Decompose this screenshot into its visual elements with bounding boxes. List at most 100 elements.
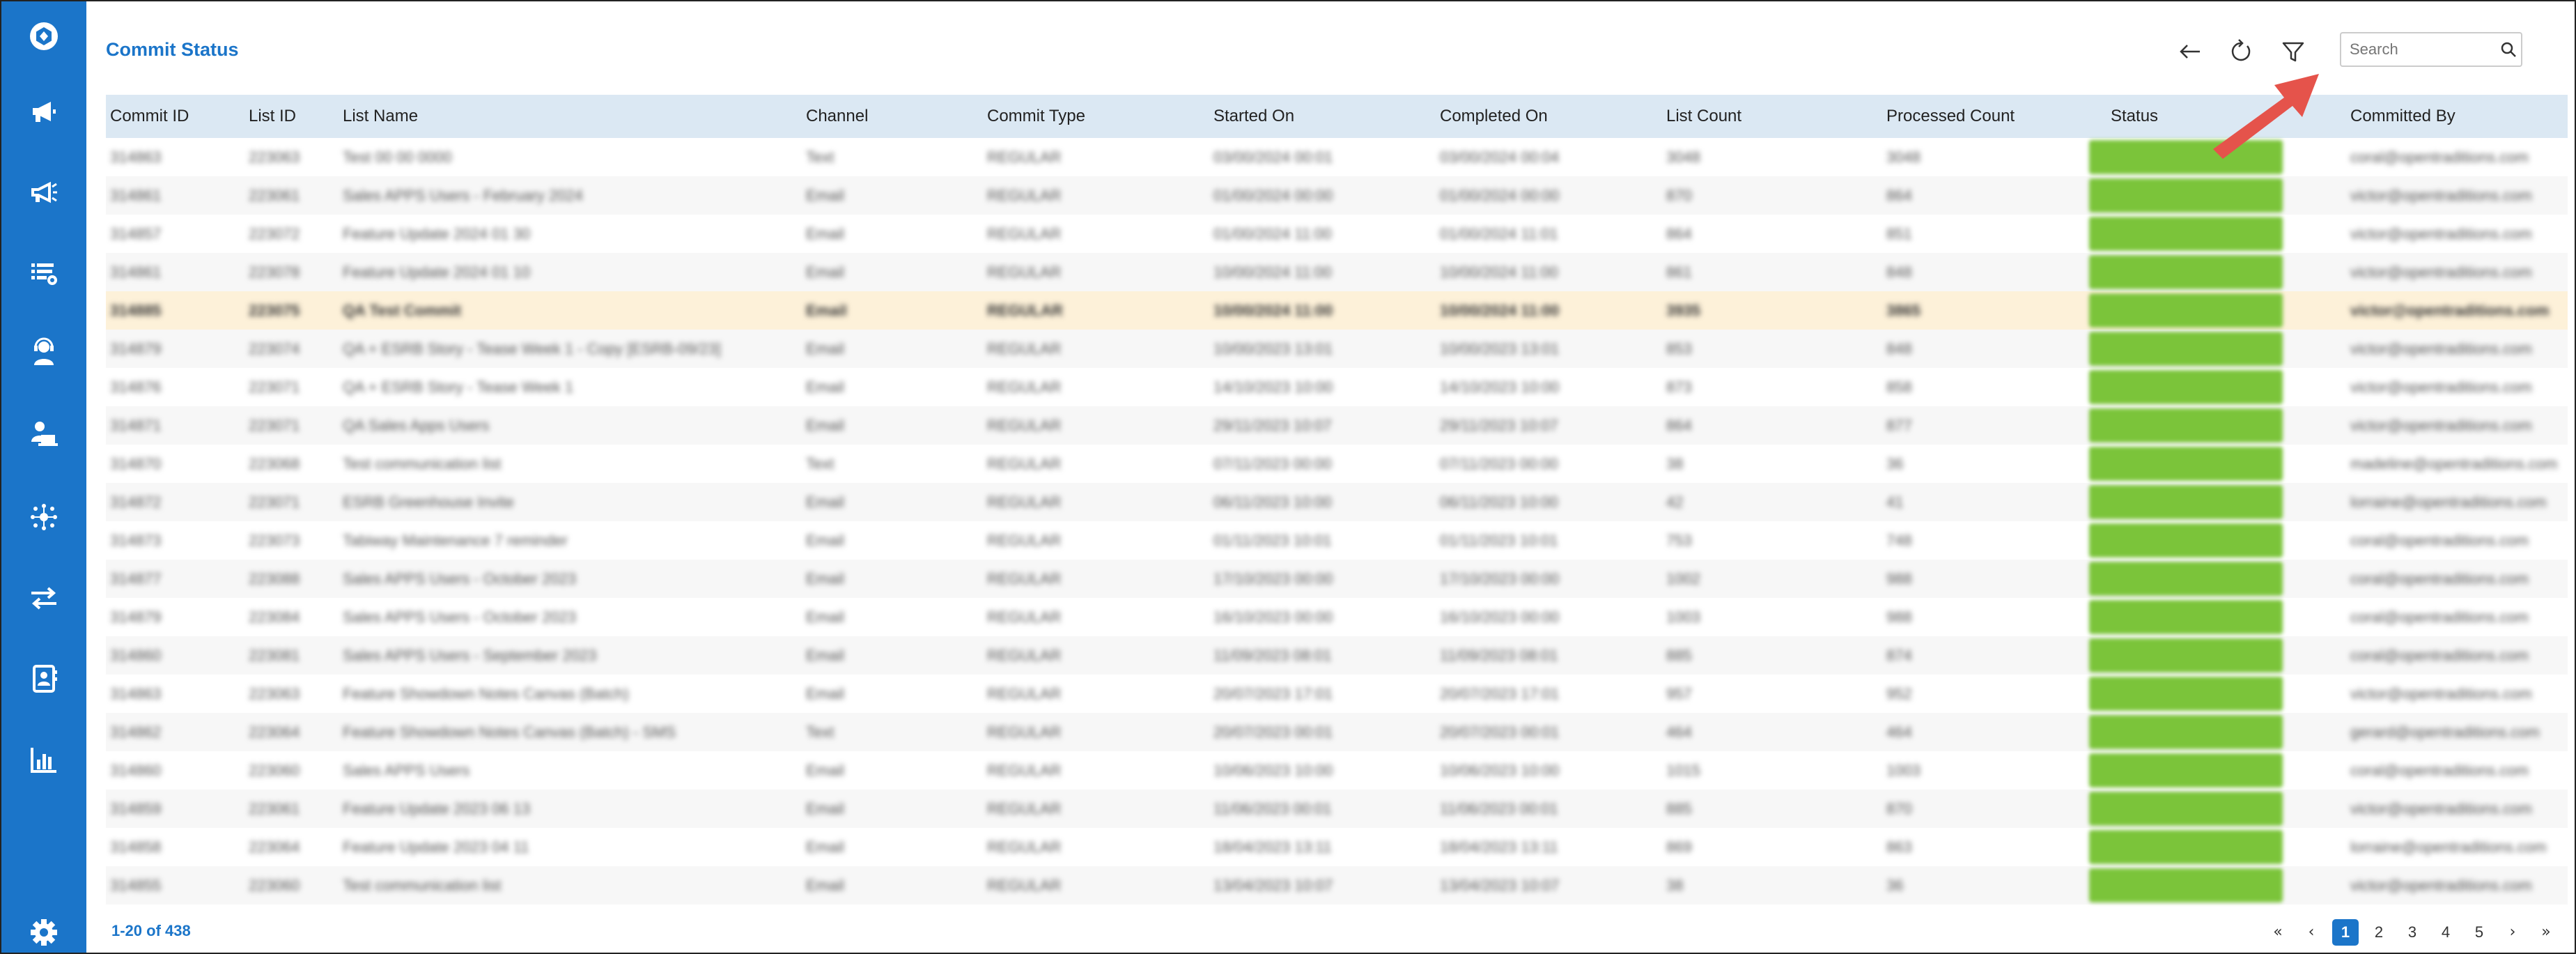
table-row[interactable]: 314860 223060 Sales APPS Users Email REGULAR… [106,751,2568,790]
col-list-count-header[interactable]: List Count [1666,95,1741,138]
completed-on-cell: 18/04/2023 13:11 [1440,838,1558,856]
page-5-button[interactable]: 5 [2466,919,2492,946]
table-row[interactable]: 314877 223088 Sales APPS Users - October 2… [106,560,2568,598]
started-on-cell: 10/06/2023 10:00 [1213,762,1333,779]
channel-cell: Email [806,877,845,894]
commit-type-cell: REGULAR [987,493,1062,511]
search-input[interactable] [2348,40,2494,59]
status-badge [2089,332,2283,366]
gear-icon[interactable] [19,907,69,953]
table-row[interactable]: 314857 223072 Feature Update 2024 01 30 Ema… [106,215,2568,253]
page-1-button[interactable]: 1 [2332,919,2359,946]
list-id-cell: 223071 [249,417,300,434]
channel-cell: Email [806,608,845,626]
table-row[interactable]: 314879 223074 QA + ESRB Story - Tease Week… [106,330,2568,368]
completed-on-cell: 06/11/2023 10:00 [1440,493,1558,511]
transfer-icon[interactable] [19,573,69,623]
user-laptop-icon[interactable] [19,408,69,459]
table-row[interactable]: 314855 223060 Test communication list Email… [106,866,2568,905]
app-frame: Commit Status Commit IDList IDList NameC… [0,0,2576,954]
channel-cell: Email [806,302,847,319]
channel-cell: Email [806,838,845,856]
status-badge [2089,217,2283,251]
list-id-cell: 223084 [249,608,300,626]
col-commit-id-header[interactable]: Commit ID [110,95,189,138]
last-page-button[interactable]: » [2533,919,2559,946]
list-id-cell: 223075 [249,302,300,319]
col-completed-on-header[interactable]: Completed On [1440,95,1548,138]
col-processed-count-header[interactable]: Processed Count [1886,95,2015,138]
table-row[interactable]: 314879 223084 Sales APPS Users - October 2… [106,598,2568,636]
list-count-cell: 957 [1666,685,1692,702]
list-count-cell: 1003 [1666,608,1700,626]
col-channel-header[interactable]: Channel [806,95,868,138]
commit-id-cell: 314879 [110,608,162,626]
first-page-button[interactable]: « [2265,919,2291,946]
table-row[interactable]: 314870 223068 Test communication list Text R… [106,445,2568,483]
processed-count-cell: 988 [1886,570,1912,587]
col-started-on-header[interactable]: Started On [1213,95,1294,138]
list-settings-icon[interactable] [19,248,69,298]
bar-chart-icon[interactable] [19,734,69,785]
table-row[interactable]: 314871 223071 QA Sales Apps Users Email REGU… [106,406,2568,445]
committed-by-cell: victor@opentraditions.com [2350,378,2532,396]
search-icon[interactable] [2499,40,2517,59]
col-committed-by-header[interactable]: Committed By [2350,95,2455,138]
prev-page-button[interactable]: ‹ [2298,919,2325,946]
table-row[interactable]: 314861 223061 Sales APPS Users - February … [106,176,2568,215]
started-on-cell: 07/11/2023 00:00 [1213,455,1332,472]
table-row[interactable]: 314885 223075 QA Test Commit Email REGULAR 10… [106,291,2568,330]
col-list-name-header[interactable]: List Name [343,95,418,138]
channel-cell: Email [806,647,845,664]
completed-on-cell: 03/00/2024 00:04 [1440,148,1560,166]
megaphone-alt-icon[interactable] [19,167,69,217]
committed-by-cell: coral@opentraditions.com [2350,647,2529,664]
table-row[interactable]: 314858 223064 Feature Update 2023 04 11 Ema… [106,828,2568,866]
list-name-cell: QA Test Commit [343,302,461,319]
col-commit-type-header[interactable]: Commit Type [987,95,1085,138]
list-count-cell: 885 [1666,647,1692,664]
user-support-icon[interactable] [19,328,69,378]
table-row[interactable]: 314863 223063 Test 00 00 0000 Text REGULAR 03… [106,138,2568,176]
processed-count-cell: 848 [1886,340,1912,357]
list-name-cell: Sales APPS Users - February 2024 [343,187,583,204]
completed-on-cell: 14/10/2023 10:00 [1440,378,1560,396]
col-list-id-header[interactable]: List ID [249,95,296,138]
list-id-cell: 223068 [249,455,300,472]
contacts-icon[interactable] [19,654,69,704]
table-row[interactable]: 314860 223081 Sales APPS Users - September… [106,636,2568,675]
table-row[interactable]: 314876 223071 QA + ESRB Story - Tease Week… [106,368,2568,406]
committed-by-cell: victor@opentraditions.com [2350,800,2532,817]
started-on-cell: 11/09/2023 08:01 [1213,647,1332,664]
list-name-cell: Feature Update 2024 01 10 [343,263,531,281]
table-row[interactable]: 314861 223078 Feature Update 2024 01 10 Ema… [106,253,2568,291]
processed-count-cell: 864 [1886,187,1912,204]
status-badge [2089,600,2283,634]
table-row[interactable]: 314863 223063 Feature Showdown Notes Canva… [106,675,2568,713]
col-status-header[interactable]: Status [2111,95,2158,138]
table-row[interactable]: 314859 223061 Feature Update 2023 06 13 Ema… [106,790,2568,828]
logo-icon[interactable] [19,11,69,61]
status-badge [2089,485,2283,519]
table-row[interactable]: 314872 223071 ESRB Greenhouse Invite Email R… [106,483,2568,521]
page-4-button[interactable]: 4 [2433,919,2459,946]
commit-type-cell: REGULAR [987,570,1062,587]
search-box[interactable] [2340,32,2522,67]
committed-by-cell: coral@opentraditions.com [2350,532,2529,549]
status-badge [2089,677,2283,711]
page-2-button[interactable]: 2 [2366,919,2392,946]
commit-id-cell: 314860 [110,647,162,664]
megaphone-icon[interactable] [19,86,69,137]
next-page-button[interactable]: › [2499,919,2526,946]
network-icon[interactable] [19,492,69,542]
status-badge [2089,408,2283,443]
committed-by-cell: lorraine@opentraditions.com [2350,838,2547,856]
list-name-cell: QA Sales Apps Users [343,417,490,434]
back-button[interactable] [2171,32,2210,71]
page-3-button[interactable]: 3 [2399,919,2426,946]
processed-count-cell: 870 [1886,800,1912,817]
table-row[interactable]: 314862 223064 Feature Showdown Notes Canva… [106,713,2568,751]
table-row[interactable]: 314873 223073 Tabiway Maintenance 7 remind… [106,521,2568,560]
pagination-summary: 1-20 of 438 [111,922,191,939]
commit-type-cell: REGULAR [987,187,1062,204]
